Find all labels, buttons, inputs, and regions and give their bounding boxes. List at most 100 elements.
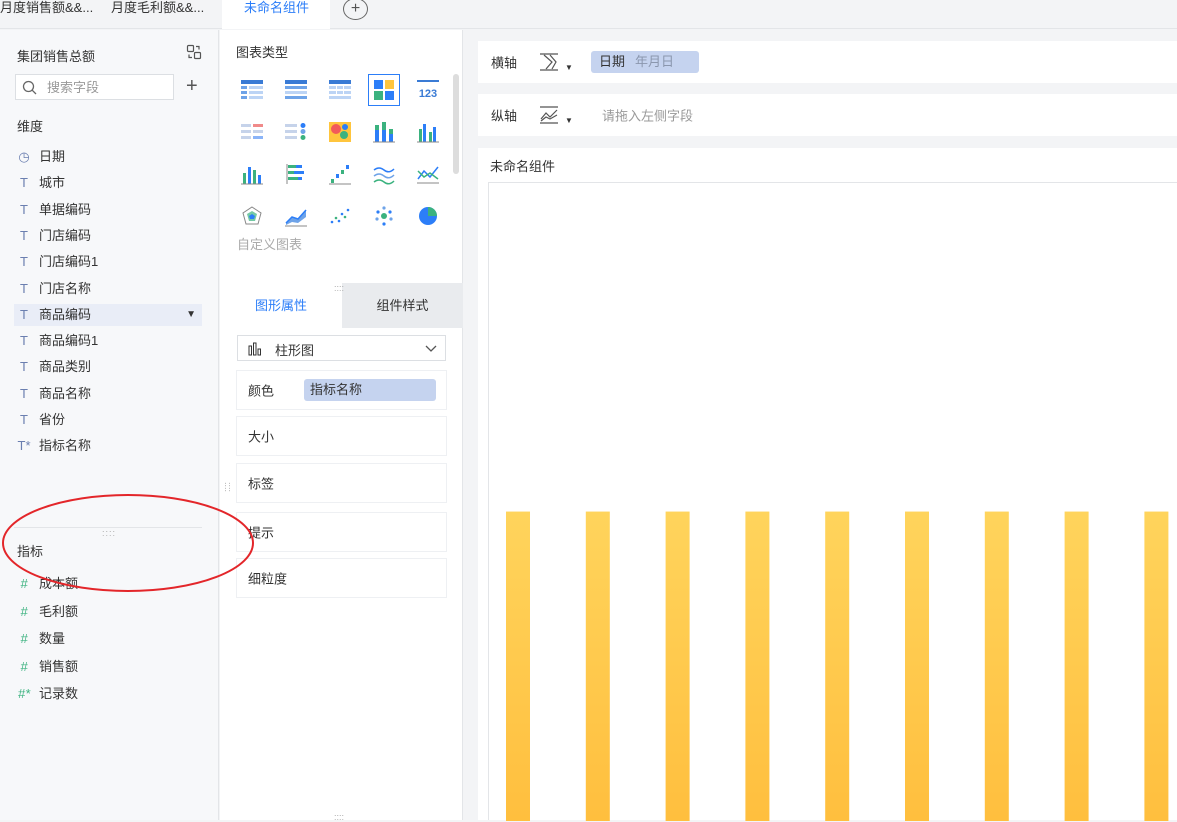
dimension-field[interactable]: T 门店编码 xyxy=(14,225,202,247)
measure-field[interactable]: # 毛利额 xyxy=(14,601,202,623)
dimension-field[interactable]: T 商品编码 ▼ xyxy=(14,303,202,326)
grouped-bar-icon[interactable] xyxy=(412,116,444,148)
tooltip-property-label: 提示 xyxy=(248,525,275,541)
resize-handle[interactable]: :::: xyxy=(102,528,116,538)
auto-chart-icon[interactable] xyxy=(368,74,400,106)
measure-field-label: 成本额 xyxy=(39,576,79,591)
bar-mark[interactable] xyxy=(1144,511,1169,821)
text-field-icon: T xyxy=(20,306,28,322)
dimension-field[interactable]: T 单据编码 xyxy=(14,199,202,221)
detail-table-icon[interactable] xyxy=(324,74,356,106)
dimension-field[interactable]: T 商品名称 xyxy=(14,383,202,405)
measure-field-label: 毛利额 xyxy=(39,603,79,619)
stacked-bar-icon[interactable] xyxy=(368,116,400,148)
x-axis-field-pill[interactable]: 日期 年月日 xyxy=(591,51,699,73)
caret-down-icon[interactable]: ▼ xyxy=(565,116,573,125)
dimension-field[interactable]: T 门店编码1 xyxy=(14,251,202,273)
horizontal-bar-icon[interactable] xyxy=(280,158,312,190)
caret-down-icon[interactable]: ▼ xyxy=(565,63,573,72)
caret-down-icon[interactable]: ▼ xyxy=(186,304,196,326)
column-chart-icon[interactable] xyxy=(236,158,268,190)
tab-graph-attributes[interactable]: 图形属性 xyxy=(220,283,342,328)
dimension-field[interactable]: T 门店名称 xyxy=(14,278,202,300)
dimension-field[interactable]: T 商品类别 xyxy=(14,356,202,378)
tab-monthly-sales[interactable]: 月度销售额&&... xyxy=(0,0,108,29)
bar-mark[interactable] xyxy=(585,511,610,821)
chevron-down-icon xyxy=(425,345,437,352)
measure-field[interactable]: #* 记录数 xyxy=(14,683,202,705)
text-field-icon: T xyxy=(20,385,28,401)
bar-mark[interactable] xyxy=(984,511,1009,821)
bar-mark[interactable] xyxy=(506,511,530,821)
color-field-pill[interactable]: 指标名称 xyxy=(304,379,436,401)
text-table-icon[interactable] xyxy=(236,116,268,148)
pie-chart-icon[interactable] xyxy=(412,200,444,232)
radar-chart-icon[interactable] xyxy=(236,200,268,232)
tab-monthly-gross-profit[interactable]: 月度毛利额&&... xyxy=(111,0,219,29)
x-axis-type-icon[interactable] xyxy=(538,51,560,73)
area-chart-icon[interactable] xyxy=(368,158,400,190)
chart-type-select[interactable]: 柱形图 xyxy=(237,335,446,361)
y-axis-type-icon[interactable] xyxy=(538,104,560,126)
dot-cluster-icon[interactable] xyxy=(368,200,400,232)
resize-handle[interactable]: :::: xyxy=(334,812,344,822)
dimension-field[interactable]: T 省份 xyxy=(14,409,202,431)
dimension-field[interactable]: ◷ 日期 xyxy=(14,146,202,168)
label-property-row[interactable]: 标签 xyxy=(237,464,446,502)
x-axis-drop-zone[interactable]: 横轴 ▼ 日期 年月日 xyxy=(478,41,1177,83)
measure-section-title: 指标 xyxy=(17,544,44,559)
dimension-field[interactable]: T* 指标名称 xyxy=(14,435,202,457)
x-axis-field-name: 日期 xyxy=(599,54,626,69)
resize-handle[interactable]: :::: xyxy=(334,283,344,293)
measure-field-label: 数量 xyxy=(39,631,66,646)
number-field-calc-icon: #* xyxy=(17,686,31,701)
granularity-property-row[interactable]: 细粒度 xyxy=(237,559,446,597)
kpi-number-icon[interactable]: 123 xyxy=(412,74,444,106)
y-axis-placeholder: 请拖入左侧字段 xyxy=(602,108,694,124)
dimension-field[interactable]: T 城市 xyxy=(14,172,202,194)
group-table-icon[interactable] xyxy=(280,74,312,106)
measure-field[interactable]: # 销售额 xyxy=(14,656,202,678)
granularity-property-label: 细粒度 xyxy=(248,571,288,587)
add-field-icon[interactable]: + xyxy=(186,76,198,96)
bar-mark[interactable] xyxy=(665,511,690,821)
chart-type-scrollbar[interactable] xyxy=(453,74,459,174)
size-property-row[interactable]: 大小 xyxy=(237,417,446,455)
text-field-icon: T xyxy=(20,227,28,243)
color-table-icon[interactable] xyxy=(280,116,312,148)
color-property-row[interactable]: 颜色 指标名称 xyxy=(237,371,446,409)
custom-chart-link[interactable]: 自定义图表 xyxy=(237,234,302,253)
text-field-calc-icon: T* xyxy=(17,438,31,454)
line-chart-icon[interactable] xyxy=(412,158,444,190)
component-title[interactable]: 未命名组件 xyxy=(490,156,555,175)
waterfall-icon[interactable] xyxy=(324,158,356,190)
chart-type-select-value: 柱形图 xyxy=(275,343,315,358)
resize-handle[interactable]: :::: xyxy=(223,482,233,492)
scatter-chart-icon[interactable] xyxy=(324,200,356,232)
range-area-icon[interactable] xyxy=(280,200,312,232)
measure-field[interactable]: # 成本额 xyxy=(14,573,202,595)
measure-field[interactable]: # 数量 xyxy=(14,628,202,650)
heatmap-icon[interactable] xyxy=(324,116,356,148)
field-search-input[interactable] xyxy=(47,78,167,96)
bar-mark[interactable] xyxy=(1064,511,1089,821)
dimension-section-title: 维度 xyxy=(17,119,44,134)
dataset-title: 集团销售总额 xyxy=(17,49,96,64)
svg-text:123: 123 xyxy=(419,88,437,100)
cross-table-icon[interactable] xyxy=(236,74,268,106)
tooltip-property-row[interactable]: 提示 xyxy=(237,513,446,551)
dimension-field-label: 省份 xyxy=(39,412,66,427)
tab-unnamed-component[interactable]: 未命名组件 xyxy=(222,0,330,29)
bar-mark[interactable] xyxy=(905,511,929,821)
dimension-field[interactable]: T 商品编码1 xyxy=(14,330,202,352)
tab-component-style[interactable]: 组件样式 xyxy=(342,283,463,328)
clock-icon: ◷ xyxy=(18,149,30,164)
dimension-field-label: 城市 xyxy=(39,175,66,191)
add-tab-button[interactable]: + xyxy=(343,0,368,20)
component-tab-bar: 月度销售额&&... 月度毛利额&&... 未命名组件 + xyxy=(0,0,1177,29)
bar-mark[interactable] xyxy=(825,511,850,821)
switch-dataset-icon[interactable] xyxy=(186,44,202,60)
bar-chart xyxy=(506,511,1169,821)
bar-mark[interactable] xyxy=(745,511,770,821)
y-axis-drop-zone[interactable]: 纵轴 ▼ 请拖入左侧字段 xyxy=(478,94,1177,136)
